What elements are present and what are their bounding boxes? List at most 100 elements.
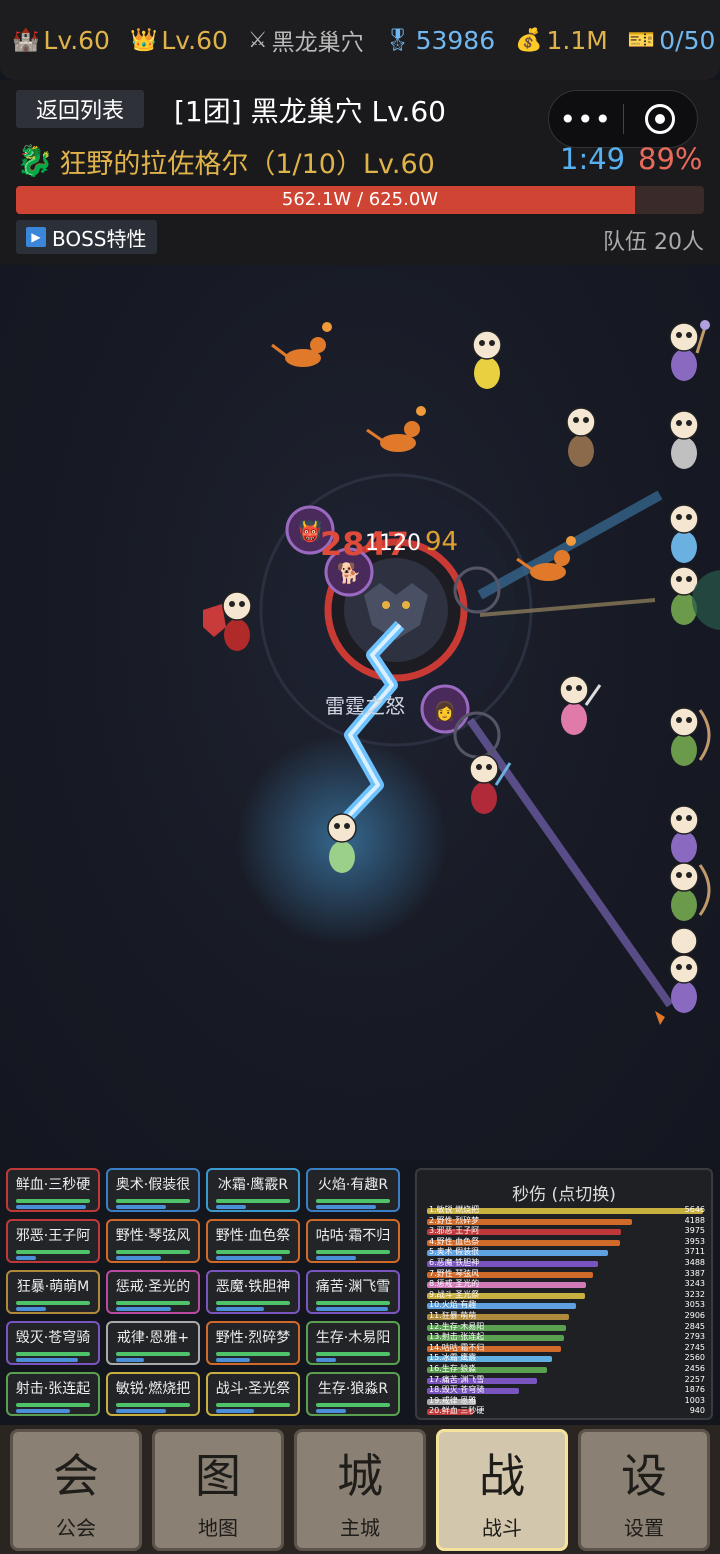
- skill-slot[interactable]: 狂暴·萌萌M: [6, 1270, 100, 1314]
- skill-slot[interactable]: 惩戒·圣光的: [106, 1270, 200, 1314]
- skill-mana-bar: [316, 1205, 376, 1209]
- dps-title[interactable]: 秒伤 (点切换): [417, 1180, 711, 1205]
- skill-slot[interactable]: 野性·血色祭: [206, 1219, 300, 1263]
- hero-yellow[interactable]: [472, 330, 502, 389]
- dps-row: 8.惩戒·圣光的 3243: [427, 1279, 707, 1289]
- hero-right-1[interactable]: [669, 320, 710, 381]
- skill-hp-bar: [216, 1403, 290, 1407]
- skill-hp-bar: [16, 1199, 90, 1203]
- skill-slot[interactable]: 恶魔·铁胆神: [206, 1270, 300, 1314]
- skill-label: 惩戒·圣光的: [115, 1279, 191, 1295]
- skill-slot[interactable]: 野性·琴弦风: [106, 1219, 200, 1263]
- dps-player-name: 3.邪恶·王子阿: [429, 1226, 480, 1236]
- dps-value: 2906: [684, 1311, 705, 1320]
- skill-mana-bar: [116, 1358, 144, 1362]
- skill-slot[interactable]: 奥术·假装很: [106, 1168, 200, 1212]
- dps-panel[interactable]: 秒伤 (点切换) 1.敏锐·燃烧把 5646 2.野性·烈碎梦 4188 3.邪恶·王子…: [415, 1168, 713, 1420]
- hero-red-tank[interactable]: [203, 591, 252, 651]
- skill-hp-bar: [16, 1403, 90, 1407]
- stat-value: 黑龙巢穴: [271, 30, 364, 56]
- nav-label: 地图: [198, 1516, 238, 1540]
- skill-slot[interactable]: 咕咕·霜不归: [306, 1219, 400, 1263]
- dps-value: 3488: [684, 1258, 705, 1267]
- skill-slot[interactable]: 生存·狼淼R: [306, 1372, 400, 1416]
- dps-player-name: 2.野性·烈碎梦: [429, 1215, 480, 1225]
- miniprogram-capsule: •••: [548, 90, 698, 148]
- skill-slot[interactable]: 戒律·恩雅+: [106, 1321, 200, 1365]
- nav-battle-button[interactable]: 战战斗: [436, 1429, 568, 1551]
- dps-value: 3975: [684, 1226, 705, 1236]
- play-icon: ▶: [26, 227, 46, 247]
- hero-right-5[interactable]: [669, 805, 699, 863]
- dps-row: 17.痛苦·渊飞雪 2257: [427, 1374, 707, 1385]
- hero-pink[interactable]: [559, 675, 602, 735]
- skill-label: 野性·血色祭: [215, 1228, 291, 1244]
- skill-slot[interactable]: 火焰·有趣R: [306, 1168, 400, 1212]
- skill-slot[interactable]: 生存·木易阳: [306, 1321, 400, 1365]
- dps-row: 16.生存·狼淼 2456: [427, 1364, 707, 1374]
- nav-map-button[interactable]: 图地图: [152, 1429, 284, 1551]
- stat-value: Lv.60: [43, 25, 110, 55]
- dps-row: 9.战斗·圣光祭 3232: [427, 1290, 707, 1300]
- boss-name: 狂野的拉佐格尔（1/10）Lv.60: [59, 149, 435, 180]
- stat-castle: 🏰 Lv.60: [12, 26, 110, 55]
- dps-value: 1003: [684, 1395, 705, 1405]
- skill-slot[interactable]: 野性·烈碎梦: [206, 1321, 300, 1365]
- hero-right-6[interactable]: [655, 927, 699, 1025]
- priest-glyph: 👩: [434, 700, 456, 722]
- skill-mana-bar: [116, 1205, 166, 1209]
- skill-slot[interactable]: 毁灭·苍穹骑: [6, 1321, 100, 1365]
- skill-hp-bar: [116, 1403, 190, 1407]
- dragon-icon: 🐉: [16, 144, 54, 179]
- ticket-icon: 🎫: [627, 27, 656, 53]
- dps-player-name: 16.生存·狼淼: [429, 1364, 477, 1373]
- hero-right-3[interactable]: [669, 504, 699, 563]
- boss-hp-text: 562.1W / 625.0W: [281, 189, 439, 210]
- nav-settings-button[interactable]: 设设置: [578, 1429, 710, 1551]
- hero-right-archer[interactable]: [669, 707, 711, 766]
- skill-slot[interactable]: 邪恶·王子阿: [6, 1219, 100, 1263]
- skill-label: 生存·狼淼R: [317, 1381, 389, 1397]
- dps-player-name: 10.火焰·有趣: [429, 1300, 477, 1310]
- damage-number-3: 94: [425, 527, 458, 557]
- stat-money-bag: 💰 1.1M: [515, 26, 608, 55]
- dps-value: 2257: [684, 1374, 705, 1384]
- nav-label: 主城: [340, 1516, 380, 1540]
- skill-slot[interactable]: 敏锐·燃烧把: [106, 1372, 200, 1416]
- dps-player-name: 13.射击·张连起: [429, 1332, 485, 1342]
- skill-slot[interactable]: 鲜血·三秒硬: [6, 1168, 100, 1212]
- nav-main-city-button[interactable]: 城主城: [294, 1429, 426, 1551]
- hero-right-2[interactable]: [669, 410, 699, 469]
- battle-scene[interactable]: 👹 🐕 👩 2847 1120 94 雷霆之怒: [0, 265, 720, 1160]
- dps-row: 14.咕咕·霜不归 2745: [427, 1343, 707, 1353]
- hero-brown[interactable]: [566, 407, 596, 467]
- stat-value: Lv.60: [161, 25, 228, 55]
- dps-row: 3.邪恶·王子阿 3975: [427, 1226, 707, 1236]
- hero-right-archer2[interactable]: [669, 862, 711, 921]
- more-menu-icon[interactable]: •••: [549, 103, 623, 136]
- skill-slot[interactable]: 射击·张连起: [6, 1372, 100, 1416]
- skill-slot[interactable]: 冰霜·鹰霰R: [206, 1168, 300, 1212]
- skill-mana-bar: [316, 1256, 356, 1260]
- skill-slot[interactable]: 痛苦·渊飞雪: [306, 1270, 400, 1314]
- skill-mana-bar: [116, 1409, 166, 1413]
- damage-number-2: 1120: [365, 531, 421, 556]
- skill-mana-bar: [216, 1256, 282, 1260]
- nav-guild-button[interactable]: 会公会: [10, 1429, 142, 1551]
- boss-traits-button[interactable]: ▶ BOSS特性: [16, 220, 157, 254]
- hero-right-4[interactable]: [669, 566, 720, 630]
- dps-player-name: 18.毁灭·苍穹骑: [429, 1385, 485, 1395]
- nav-label: 公会: [56, 1516, 96, 1540]
- skill-slot[interactable]: 战斗·圣光祭: [206, 1372, 300, 1416]
- nav-label: 战斗: [482, 1516, 522, 1540]
- skill-label: 狂暴·萌萌M: [16, 1279, 90, 1295]
- close-miniprogram-icon[interactable]: [624, 104, 698, 134]
- dps-value: 2845: [684, 1321, 705, 1331]
- skill-hp-bar: [16, 1250, 90, 1254]
- back-to-list-button[interactable]: 返回列表: [16, 90, 144, 128]
- skill-mana-bar: [16, 1205, 86, 1209]
- boss-traits-label: BOSS特性: [52, 226, 147, 251]
- dps-value: 3387: [684, 1268, 705, 1278]
- nav-label: 设置: [624, 1516, 664, 1540]
- skill-label: 射击·张连起: [15, 1381, 91, 1397]
